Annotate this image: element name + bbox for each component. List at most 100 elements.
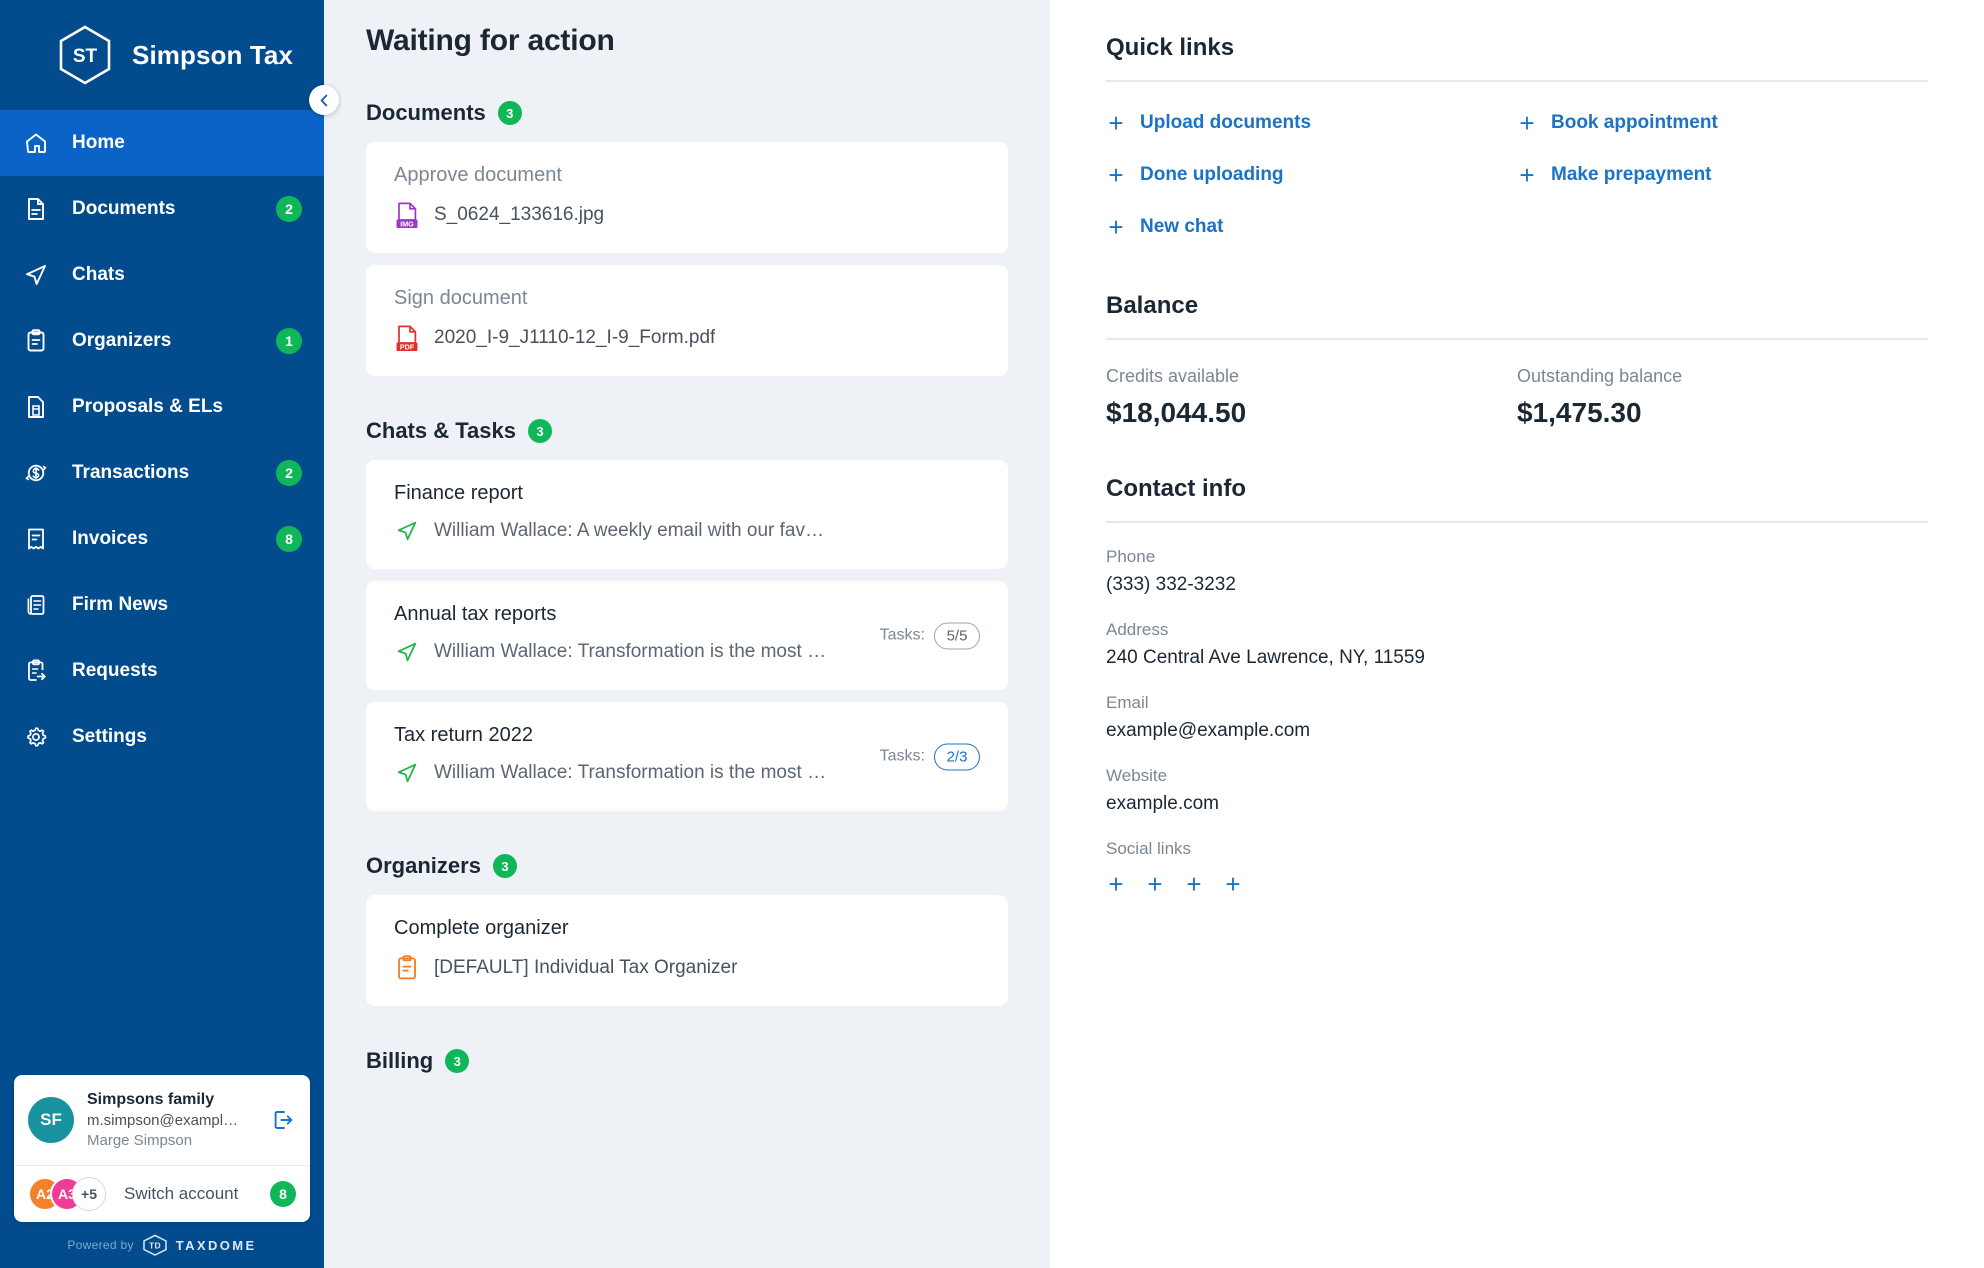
card-action-label: Complete organizer [394, 917, 569, 939]
section-badge: 3 [497, 101, 522, 125]
chat-card-tax-return-2022[interactable]: Tax return 2022 William Wallace: Transfo… [366, 702, 1008, 811]
add-social-link-icon[interactable]: + [1184, 871, 1204, 897]
avatar: SF [28, 1096, 74, 1143]
sidebar-item-requests[interactable]: Requests [0, 638, 324, 704]
quick-link-label: Upload documents [1140, 112, 1312, 133]
contact-email-value: example@example.com [1106, 720, 1311, 741]
section-badge: 3 [527, 419, 552, 443]
sidebar-item-home[interactable]: Home [0, 110, 324, 176]
send-icon [22, 261, 50, 289]
section-title: Documents [366, 100, 486, 125]
quick-link-make-prepayment[interactable]: + Make prepayment [1517, 162, 1928, 188]
sidebar-badge: 2 [276, 196, 302, 222]
quick-link-label: Book appointment [1551, 112, 1718, 133]
card-file-name: S_0624_133616.jpg [434, 204, 605, 225]
sidebar-item-firm-news[interactable]: Firm News [0, 572, 324, 638]
logout-button[interactable] [268, 1105, 298, 1135]
sidebar-badge: 2 [276, 460, 302, 486]
switch-account-badge: 8 [270, 1181, 296, 1207]
svg-text:IMG: IMG [400, 219, 414, 228]
quick-link-label: Make prepayment [1551, 164, 1712, 185]
quick-link-label: Done uploading [1140, 164, 1284, 185]
add-social-link-icon[interactable]: + [1106, 871, 1126, 897]
powered-by-label: Powered by [67, 1238, 134, 1252]
account-avatar-stack: A2 A3 +5 [28, 1177, 106, 1211]
dollar-sync-icon [22, 459, 50, 487]
add-social-link-icon[interactable]: + [1145, 871, 1165, 897]
account-person: Marge Simpson [87, 1131, 193, 1149]
logout-icon [274, 1111, 293, 1129]
send-icon [394, 759, 420, 787]
sidebar-item-label: Invoices [72, 528, 149, 549]
balance-grid: Credits available $18,044.50 Outstanding… [1106, 366, 1928, 429]
credits-available: Credits available $18,044.50 [1106, 366, 1517, 429]
quick-links-heading: Quick links [1106, 34, 1235, 61]
contact-info-block: Contact info Phone (333) 332-3232 Addres… [1106, 475, 1928, 897]
card-file-row: IMG S_0624_133616.jpg [394, 201, 980, 229]
sidebar-item-label: Documents [72, 198, 176, 219]
brand[interactable]: ST Simpson Tax [0, 0, 324, 110]
gear-icon [22, 723, 50, 751]
sidebar-item-documents[interactable]: Documents 2 [0, 176, 324, 242]
section-title: Organizers [366, 853, 481, 878]
sidebar-item-label: Transactions [72, 462, 190, 483]
credits-available-label: Credits available [1106, 366, 1240, 386]
section-header-chats-and-tasks: Chats & Tasks 3 [366, 418, 1008, 444]
sidebar-collapse-button[interactable] [309, 85, 339, 115]
sidebar-badge: 8 [276, 526, 302, 552]
chat-card-annual-tax-reports[interactable]: Annual tax reports William Wallace: Tran… [366, 581, 1008, 690]
sidebar-item-settings[interactable]: Settings [0, 704, 324, 770]
add-social-link-icon[interactable]: + [1223, 871, 1243, 897]
social-links-row: + + + + [1106, 871, 1928, 897]
sidebar-item-chats[interactable]: Chats [0, 242, 324, 308]
powered-by-footer: Powered by TD TAXDOME [0, 1222, 324, 1268]
sidebar-item-proposals-and-els[interactable]: Proposals & ELs [0, 374, 324, 440]
contact-info-heading: Contact info [1106, 475, 1246, 502]
clipboard-icon [22, 327, 50, 355]
action-card-approve-document[interactable]: Approve document IMG S_0624_133616.jpg [366, 142, 1008, 253]
sidebar-item-label: Chats [72, 264, 125, 285]
receipt-icon [22, 525, 50, 553]
sidebar-nav: Home Documents 2 Chats Organizers 1 Prop… [0, 110, 324, 770]
section-title: Billing [366, 1048, 434, 1073]
quick-link-upload-documents[interactable]: + Upload documents [1106, 110, 1517, 136]
chat-card-finance-report[interactable]: Finance report William Wallace: A weekly… [366, 460, 1008, 569]
pdf-file-icon: PDF [394, 324, 420, 352]
account-card: SF Simpsons family m.simpson@exampl… Mar… [14, 1074, 310, 1222]
section-header-billing: Billing 3 [366, 1048, 1008, 1074]
quick-link-book-appointment[interactable]: + Book appointment [1517, 110, 1928, 136]
action-card-complete-organizer[interactable]: Complete organizer [DEFAULT] Individual … [366, 895, 1008, 1006]
chat-title: Finance report [394, 482, 523, 504]
account-summary[interactable]: SF Simpsons family m.simpson@exampl… Mar… [14, 1075, 310, 1165]
sidebar-item-invoices[interactable]: Invoices 8 [0, 506, 324, 572]
quick-link-done-uploading[interactable]: + Done uploading [1106, 162, 1517, 188]
svg-text:PDF: PDF [400, 342, 415, 351]
home-icon [22, 129, 50, 157]
tasks-indicator: Tasks: 2/3 [880, 743, 980, 770]
card-action-label: Approve document [394, 164, 562, 186]
card-file-row: PDF 2020_I-9_J1110-12_I-9_Form.pdf [394, 324, 980, 352]
card-file-row: [DEFAULT] Individual Tax Organizer [394, 954, 980, 982]
sidebar-badge: 1 [276, 328, 302, 354]
chat-message-row: William Wallace: A weekly email with our… [394, 517, 980, 545]
divider [1106, 521, 1928, 523]
outstanding-balance-label: Outstanding balance [1517, 366, 1683, 386]
sidebar-item-organizers[interactable]: Organizers 1 [0, 308, 324, 374]
switch-account-row[interactable]: A2 A3 +5 Switch account 8 [14, 1165, 310, 1222]
divider [1106, 80, 1928, 82]
account-email: m.simpson@exampl… [87, 1111, 239, 1129]
quick-link-label: New chat [1140, 216, 1224, 237]
contact-social-links: Social links + + + + [1106, 839, 1928, 897]
quick-links-grid: + Upload documents + Book appointment + … [1106, 110, 1928, 266]
contact-social-label: Social links [1106, 839, 1192, 858]
contact-website: Website example.com [1106, 766, 1928, 815]
taxdome-wordmark: TAXDOME [175, 1237, 257, 1253]
sidebar-item-transactions[interactable]: Transactions 2 [0, 440, 324, 506]
action-card-sign-document[interactable]: Sign document PDF 2020_I-9_J1110-12_I-9_… [366, 265, 1008, 376]
plus-icon: + [1108, 160, 1124, 190]
tasks-indicator: Tasks: 5/5 [880, 622, 980, 649]
quick-link-new-chat[interactable]: + New chat [1106, 214, 1517, 240]
sidebar-item-label: Organizers [72, 330, 172, 351]
account-text: Simpsons family m.simpson@exampl… Marge … [87, 1089, 255, 1151]
